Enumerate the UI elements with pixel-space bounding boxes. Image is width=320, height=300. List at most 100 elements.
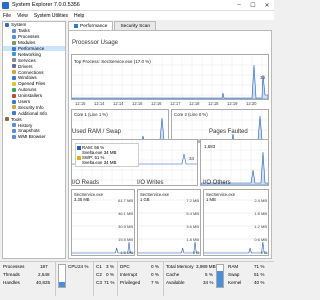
swap-status-label: Swap: [228, 272, 240, 277]
io-others-graph: SecService.exe 1 MB 2.4 MB 1.8 MB 1.2 MB 0.…: [203, 189, 269, 256]
network-icon: [12, 52, 16, 57]
sidebar-item-label: Additional Info: [18, 110, 48, 116]
io-tick-label: 2.4 MB: [254, 198, 267, 203]
sidebar-item-wmi-browser[interactable]: WMI Browser: [3, 134, 65, 140]
io-reads-title: I/O Reads: [72, 180, 100, 186]
menu-view[interactable]: View: [17, 13, 28, 19]
processes-label: Processes: [3, 264, 25, 269]
sidebar-item-label: Security Info: [18, 104, 44, 110]
ram-meter-fill: [217, 271, 223, 287]
io-tick-label: 46.1 MB: [118, 211, 133, 216]
processes-value: 187: [40, 264, 48, 269]
processor-usage-graph: Top Process: SecService.exe (17.0 %) 34: [71, 54, 269, 100]
cpu-meter: [58, 264, 66, 288]
close-button[interactable]: ✕: [260, 0, 274, 11]
menu-system-utilities[interactable]: System Utilities: [34, 13, 68, 19]
privileged-label: Privileged: [120, 280, 141, 285]
autoruns-icon: [12, 87, 16, 92]
users-icon: [12, 99, 16, 104]
computer-icon: [5, 22, 9, 27]
status-divider: [93, 262, 94, 296]
tasks-icon: [12, 28, 16, 33]
io-tick-label: 1.8 MB: [186, 237, 199, 242]
ram-swap-title: Used RAM / Swap: [72, 129, 122, 135]
sidebar-item-label: Networking: [18, 51, 41, 57]
ram-status-label: RAM: [228, 264, 239, 269]
swap-status-value: 51 %: [254, 272, 265, 277]
snapshots-icon: [12, 128, 16, 133]
app-icon: [2, 1, 9, 9]
cpu-value-label: 34: [260, 75, 266, 80]
io-tick-label: 1.2 MB: [254, 224, 267, 229]
services-icon: [12, 58, 16, 63]
menu-bar: File View System Utilities Help: [0, 11, 274, 20]
kernel-label: Kernel: [228, 280, 242, 285]
time-tick-label: 12:16: [151, 101, 162, 106]
io-tick-label: 15.5 MB: [118, 237, 133, 242]
ram-status-value: 71 %: [254, 264, 265, 269]
status-divider: [163, 262, 164, 296]
tab-performance[interactable]: Performance: [68, 21, 114, 30]
sidebar-item-label: Modules: [18, 40, 36, 46]
pages-faulted-chart: 1,683: [200, 140, 269, 186]
ram-value-label: 34: [189, 156, 195, 161]
cpu-meter-fill: [59, 281, 65, 287]
menu-file[interactable]: File: [3, 13, 11, 19]
sidebar-item-label: System: [11, 22, 27, 28]
time-tick-label: 12:16: [132, 101, 143, 106]
time-tick-label: 12:18: [208, 101, 219, 106]
ram-swap-graph: 34 RAM: 56 % Svelta.exe 34 MB SWP: 51 % …: [71, 139, 198, 186]
core2-graph: Core 2 (Line 0 %): [171, 109, 269, 143]
swap-process: Svelta.exe 34 MB: [82, 160, 117, 165]
io-writes-chart: SecService.exe 1 GB 7.2 MB5.4 MB3.6 MB1.…: [138, 192, 200, 255]
tools-icon: [5, 117, 9, 122]
files-icon: [12, 81, 16, 86]
title-bar: System Explorer 7.0.0.5356 – ☐ ✕: [0, 0, 274, 11]
dpc-label: DPC: [120, 264, 130, 269]
windows-icon: [12, 75, 16, 80]
kernel-value: 40 %: [254, 280, 265, 285]
connections-icon: [12, 70, 16, 75]
swap-swatch: [77, 155, 81, 160]
time-tick-label: 12:20: [246, 101, 257, 106]
menu-help[interactable]: Help: [74, 13, 84, 19]
security-icon: [12, 105, 16, 110]
time-tick-label: 12:17: [170, 101, 181, 106]
status-divider: [55, 262, 56, 296]
tab-security-scan-label: Security Scan: [120, 23, 151, 29]
threads-value: 2,548: [38, 272, 50, 277]
sidebar-item-label: WMI Browser: [18, 134, 46, 140]
time-tick-label: 12:18: [189, 101, 200, 106]
c1-value: 3 %: [106, 264, 114, 269]
io-tick-label: 1.8 MB: [254, 211, 267, 216]
io-tick-label: 0.6 MB: [254, 237, 267, 242]
io-tick-label: 30.9 MB: [118, 224, 133, 229]
io-writes-title: I/O Writes: [137, 180, 164, 186]
sidebar-item-label: Tasks: [18, 28, 30, 34]
tab-security-scan[interactable]: Security Scan: [114, 21, 157, 30]
available-value: 34 %: [203, 280, 214, 285]
io-writes-sub: 1 GB: [140, 197, 150, 202]
core1-graph: Core 1 (Line 1 %): [71, 109, 169, 143]
maximize-button[interactable]: ☐: [246, 0, 260, 11]
cpu-value: 24 %: [78, 264, 89, 269]
io-others-chart: SecService.exe 1 MB 2.4 MB1.8 MB1.2 MB0.…: [204, 192, 268, 255]
available-label: Available: [166, 280, 185, 285]
minimize-button[interactable]: –: [232, 0, 246, 11]
io-reads-sub: 3.35 MB: [74, 197, 90, 202]
pages-faulted-value: 1,683: [204, 144, 216, 149]
io-reads-chart: SecService.exe 3.35 MB 61.7 MB46.1 MB30.…: [72, 192, 134, 255]
processor-usage-chart: Top Process: SecService.exe (17.0 %) 34: [71, 55, 269, 100]
handles-value: 40,825: [36, 280, 51, 285]
sidebar-item-label: Performance: [18, 46, 45, 51]
c2-label: C2: [96, 272, 102, 277]
privileged-value: 7 %: [151, 280, 159, 285]
interrupt-label: Interrupt: [120, 272, 138, 277]
pages-faulted-graph: 1,683: [200, 139, 269, 186]
uninstallers-icon: [12, 93, 16, 98]
performance-panel: Processor Usage Top Process: SecService.…: [68, 30, 272, 259]
cpu-usage-line: [71, 64, 269, 100]
dpc-value: 0 %: [151, 264, 159, 269]
ram-swatch: [77, 145, 81, 150]
core2-chart: Core 2 (Line 0 %): [171, 110, 269, 143]
